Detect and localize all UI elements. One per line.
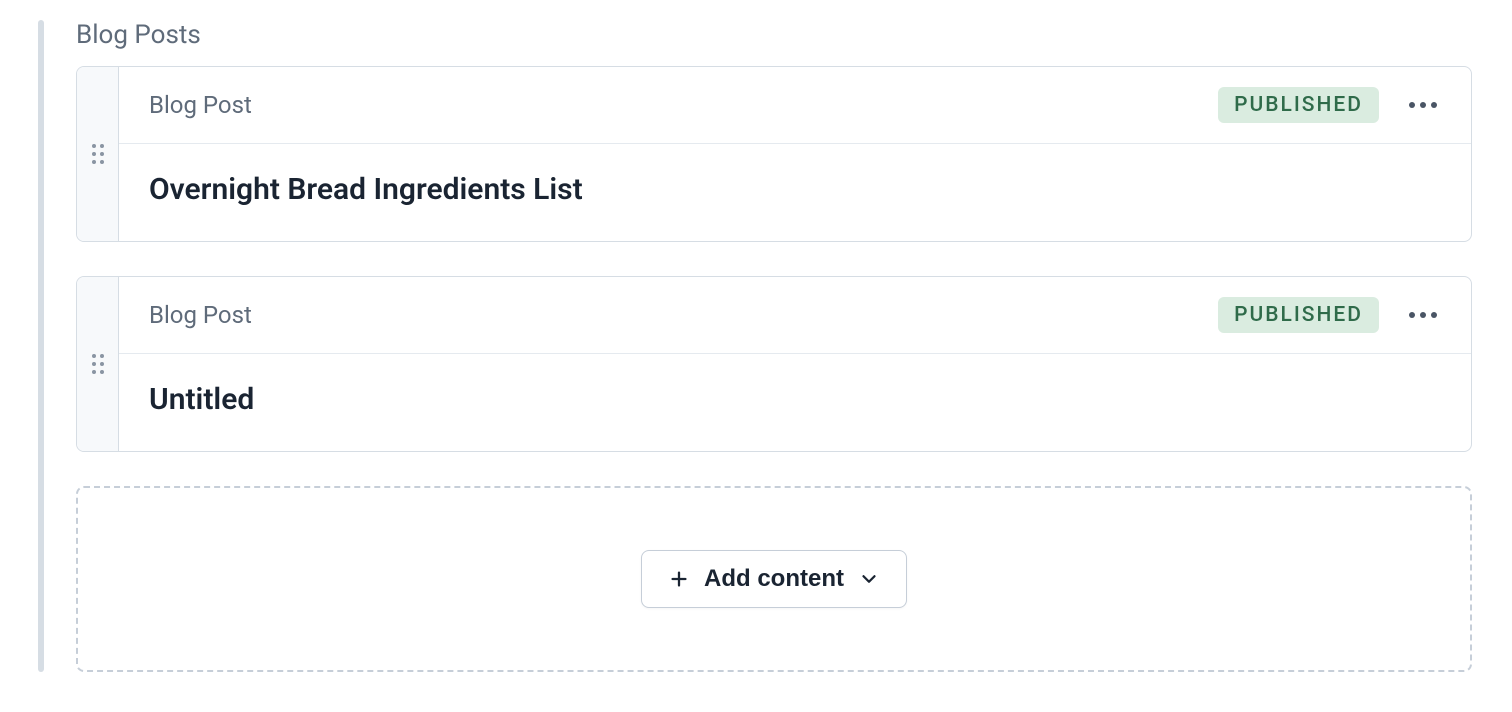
status-badge: PUBLISHED: [1218, 297, 1379, 333]
card-header-actions: PUBLISHED: [1218, 87, 1441, 123]
post-title[interactable]: Untitled: [119, 354, 1471, 451]
more-icon: [1409, 102, 1415, 108]
add-content-dropzone[interactable]: Add content: [76, 486, 1472, 672]
drag-handle[interactable]: [77, 277, 119, 451]
more-options-button[interactable]: [1405, 308, 1441, 322]
blog-posts-section: Blog Posts Blog Post PUBLISHED: [0, 20, 1492, 672]
card-header: Blog Post PUBLISHED: [119, 67, 1471, 144]
more-icon: [1431, 102, 1437, 108]
content-type-label: Blog Post: [149, 301, 252, 329]
drag-handle[interactable]: [77, 67, 119, 241]
more-icon: [1409, 312, 1415, 318]
card-body: Blog Post PUBLISHED Overnight Bread Ingr…: [119, 67, 1471, 241]
content-type-label: Blog Post: [149, 91, 252, 119]
card-header-actions: PUBLISHED: [1218, 297, 1441, 333]
more-icon: [1420, 312, 1426, 318]
chevron-down-icon: [858, 568, 880, 590]
post-title[interactable]: Overnight Bread Ingredients List: [119, 144, 1471, 241]
section-title: Blog Posts: [76, 20, 1472, 50]
add-content-button[interactable]: Add content: [641, 550, 907, 608]
drag-handle-icon: [92, 354, 104, 374]
add-content-label: Add content: [704, 565, 844, 593]
more-icon: [1431, 312, 1437, 318]
card-header: Blog Post PUBLISHED: [119, 277, 1471, 354]
more-icon: [1420, 102, 1426, 108]
blog-post-card: Blog Post PUBLISHED Overnight Bread Ingr…: [76, 66, 1472, 242]
drag-handle-icon: [92, 144, 104, 164]
section-content: Blog Posts Blog Post PUBLISHED: [76, 20, 1492, 672]
status-badge: PUBLISHED: [1218, 87, 1379, 123]
blog-post-card: Blog Post PUBLISHED Untitled: [76, 276, 1472, 452]
card-body: Blog Post PUBLISHED Untitled: [119, 277, 1471, 451]
plus-icon: [668, 568, 690, 590]
section-indicator-bar: [38, 20, 44, 672]
more-options-button[interactable]: [1405, 98, 1441, 112]
